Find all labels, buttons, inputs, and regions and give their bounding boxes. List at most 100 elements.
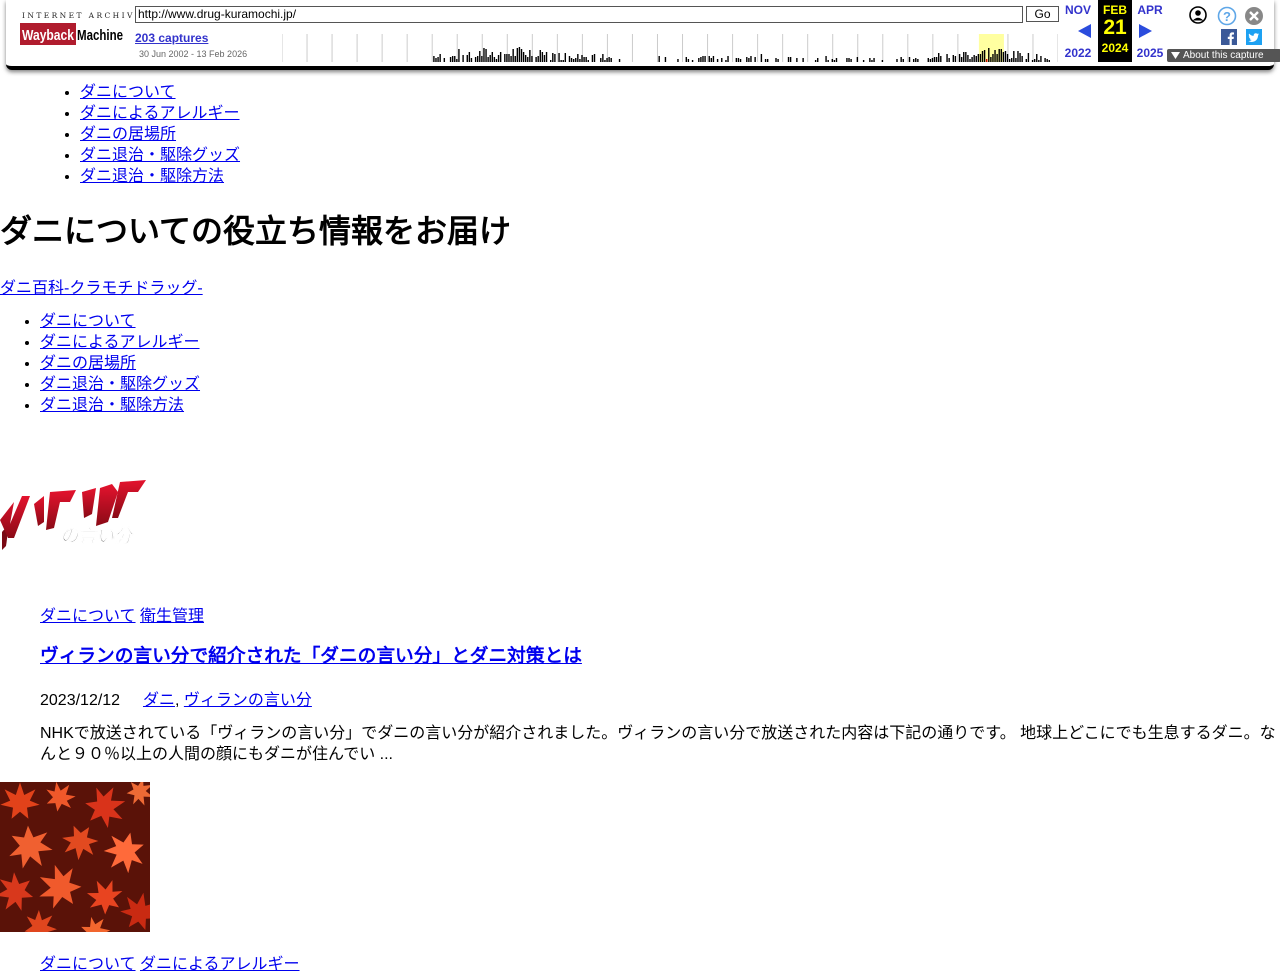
- about-capture-button[interactable]: About this capture: [1167, 49, 1280, 62]
- sparkline-capture-bar: [1013, 51, 1015, 62]
- next-month-label[interactable]: APR: [1132, 3, 1168, 17]
- sparkline-capture-bar: [458, 49, 460, 62]
- nav-link-about-mites[interactable]: ダニについて: [80, 84, 176, 101]
- sparkline-capture-bar: [917, 59, 919, 62]
- sparkline-capture-bar: [477, 56, 479, 62]
- sparkline-capture-bar: [946, 54, 948, 62]
- wayback-go-button[interactable]: Go: [1026, 6, 1059, 22]
- sparkline-capture-bar: [831, 59, 834, 62]
- post1-category-link[interactable]: ダニについて: [40, 608, 136, 625]
- villain-logo-thumbnail[interactable]: の言い分: [0, 462, 150, 562]
- prev-year-link[interactable]: 2022: [1065, 46, 1092, 60]
- sparkline-capture-bar: [562, 60, 564, 62]
- sparkline-capture-bar: [850, 59, 852, 62]
- maple-leaves-thumbnail[interactable]: [0, 782, 150, 932]
- sparkline-capture-bar: [499, 52, 502, 62]
- post1-meta: 2023/12/12 ダニ, ヴィランの言い分: [40, 692, 312, 709]
- sparkline-capture-bar: [577, 54, 579, 62]
- post1-category-link[interactable]: 衛生管理: [140, 608, 204, 625]
- prev-year-label[interactable]: 2022: [1060, 46, 1096, 60]
- nav-link-allergy[interactable]: ダニによるアレルギー: [80, 105, 240, 122]
- svg-text:Wayback: Wayback: [22, 27, 75, 44]
- sparkline-capture-bar: [600, 58, 602, 62]
- sparkline-capture-bar: [862, 60, 865, 62]
- sparkline-capture-bar: [940, 56, 942, 62]
- site-home-link[interactable]: ダニ百科-クラモチドラッグ-: [0, 274, 203, 298]
- next-capture-arrow-icon[interactable]: [1137, 23, 1153, 39]
- sparkline-capture-bar: [963, 52, 965, 62]
- prev-month-label[interactable]: NOV: [1060, 3, 1096, 17]
- sparkline-capture-bar: [727, 56, 729, 62]
- sparkline-capture-bar: [814, 60, 817, 62]
- sparkline-capture-bar: [451, 56, 454, 62]
- prev-month-link[interactable]: NOV: [1065, 3, 1091, 17]
- next-year-link[interactable]: 2025: [1137, 46, 1164, 60]
- sparkline-capture-bar: [510, 56, 512, 62]
- nav2-link-allergy[interactable]: ダニによるアレルギー: [40, 334, 200, 351]
- post2-category-link[interactable]: ダニによるアレルギー: [140, 956, 300, 973]
- sparkline-capture-bar: [462, 55, 464, 62]
- sparkline-capture-bar: [579, 59, 581, 62]
- post1-tag-link[interactable]: ダニ: [143, 692, 175, 709]
- nav-link-goods[interactable]: ダニ退治・駆除グッズ: [80, 147, 240, 164]
- sparkline-capture-bar: [766, 59, 769, 62]
- sparkline-capture-bar: [929, 59, 932, 62]
- facebook-icon[interactable]: [1221, 29, 1237, 45]
- sparkline-capture-bar: [1038, 60, 1040, 62]
- sparkline-capture-bar: [433, 56, 435, 62]
- sparkline-capture-bar: [902, 59, 904, 62]
- sparkline-capture-bar: [712, 56, 715, 62]
- wayback-capture-sparkline[interactable]: [282, 34, 1058, 62]
- next-year-label[interactable]: 2025: [1132, 46, 1168, 60]
- sparkline-capture-bar: [470, 58, 473, 62]
- sparkline-capture-bar: [760, 54, 763, 62]
- wayback-captures-link[interactable]: 203 captures: [135, 31, 208, 45]
- wayback-url-input[interactable]: [135, 6, 1023, 23]
- twitter-icon[interactable]: [1246, 29, 1262, 45]
- sparkline-capture-bar: [1000, 49, 1002, 62]
- sparkline-capture-bar: [721, 58, 723, 62]
- current-month: FEB: [1103, 3, 1127, 17]
- next-month-link[interactable]: APR: [1137, 3, 1162, 17]
- post1-title-link[interactable]: ヴィランの言い分で紹介された「ダニの言い分」とダニ対策とは: [40, 645, 582, 666]
- sparkline-capture-bar: [881, 60, 884, 62]
- sparkline-capture-bar: [516, 48, 519, 62]
- sparkline-capture-bar: [775, 58, 777, 62]
- nav-item: ダニの居場所: [40, 353, 200, 374]
- sparkline-capture-bar: [988, 48, 990, 62]
- sparkline-capture-bar: [1019, 53, 1021, 62]
- sparkline-capture-bar: [524, 55, 527, 62]
- sparkline-capture-bar: [606, 58, 608, 62]
- sparkline-capture-bar: [935, 57, 938, 62]
- post1-tag-link[interactable]: ヴィランの言い分: [184, 692, 312, 709]
- sparkline-capture-bar: [1044, 58, 1046, 62]
- sparkline-capture-bar: [531, 56, 533, 62]
- user-icon[interactable]: [1189, 6, 1207, 24]
- sparkline-capture-bar: [1025, 59, 1028, 62]
- post2-category-link[interactable]: ダニについて: [40, 956, 136, 973]
- nav-link-habitat[interactable]: ダニの居場所: [80, 126, 176, 143]
- sparkline-capture-bar: [618, 59, 621, 62]
- prev-capture-arrow-icon[interactable]: [1077, 23, 1093, 39]
- nav-link-methods[interactable]: ダニ退治・駆除方法: [80, 168, 224, 185]
- sparkline-capture-bar: [558, 53, 560, 62]
- nav2-link-goods[interactable]: ダニ退治・駆除グッズ: [40, 376, 200, 393]
- sparkline-capture-bar: [802, 58, 804, 62]
- sparkline-capture-bar: [608, 57, 610, 62]
- sparkline-capture-bar: [954, 56, 957, 62]
- post1-date: 2023/12/12: [40, 692, 121, 709]
- nav2-link-habitat[interactable]: ダニの居場所: [40, 355, 136, 372]
- sparkline-capture-bar: [485, 49, 487, 62]
- top-navigation: ダニについて ダニによるアレルギー ダニの居場所 ダニ退治・駆除グッズ ダニ退治…: [80, 82, 240, 187]
- nav-item: ダニ退治・駆除方法: [80, 166, 240, 187]
- nav2-link-about-mites[interactable]: ダニについて: [40, 313, 136, 330]
- sparkline-capture-bar: [664, 57, 667, 62]
- sparkline-capture-bar: [568, 56, 571, 62]
- sparkline-capture-bar: [967, 55, 969, 62]
- wayback-logo[interactable]: INTERNET ARCHIVE Wayback Machine: [20, 10, 140, 50]
- close-icon[interactable]: [1244, 6, 1264, 26]
- nav2-link-methods[interactable]: ダニ退治・駆除方法: [40, 397, 184, 414]
- sparkline-capture-bar: [552, 53, 554, 62]
- help-icon[interactable]: ?: [1217, 6, 1237, 26]
- sparkline-capture-bar: [764, 59, 767, 62]
